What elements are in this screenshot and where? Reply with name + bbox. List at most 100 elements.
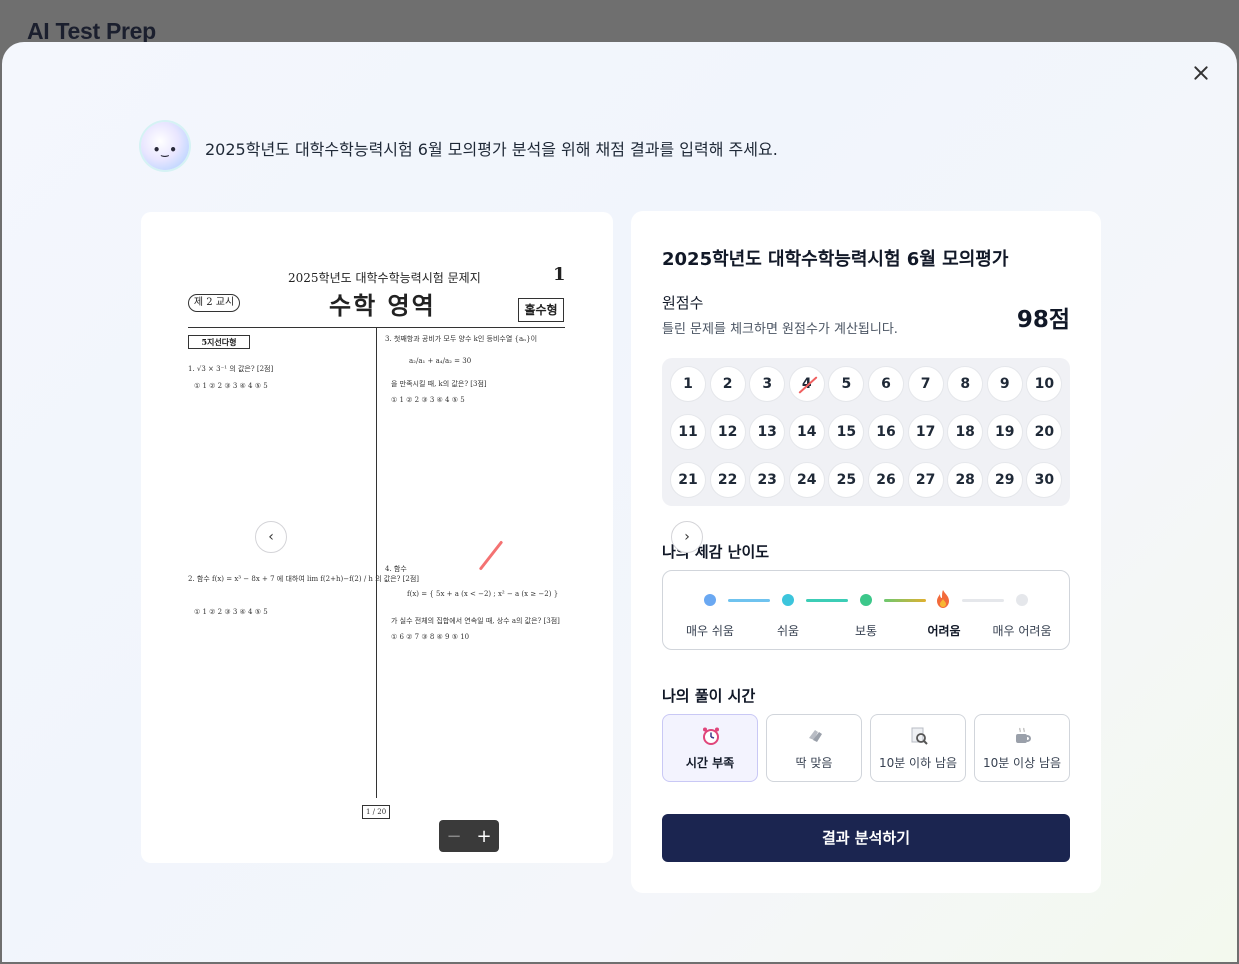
question-1-options: ① 1 ② 2 ③ 3 ④ 4 ⑤ 5 [194,382,268,390]
ai-avatar-icon: •‿• [141,122,189,170]
zoom-out-button[interactable]: − [446,826,461,847]
grading-modal: •‿• 2025학년도 대학수학능력시험 6월 모의평가 분석을 위해 채점 결… [2,42,1237,962]
alarm-clock-icon [703,727,719,745]
chevron-left-icon: ‹ [268,529,274,545]
flame-icon[interactable] [935,589,951,609]
time-option-over-10[interactable]: 10분 이상 남음 [974,714,1070,782]
chevron-right-icon: › [684,529,690,545]
difficulty-track [806,599,848,602]
zoom-controls: − + [439,820,499,852]
question-3-formula: a₂/a₁ + a₄/a₂ = 30 [409,357,472,365]
time-title: 나의 풀이 시간 [662,687,756,705]
raw-score-help: 틀린 문제를 체크하면 원점수가 계산됩니다. [662,322,898,337]
question-4-formula: f(x) = { 5x + a (x < −2) ; x² − a (x ≥ −… [407,590,559,598]
exam-viewer: 2025학년도 대학수학능력시험 문제지 1 제 2 교시 수학 영역 홀수형 … [141,212,613,863]
question-button-26[interactable]: 26 [868,462,904,498]
time-option-under-10[interactable]: 10분 이하 남음 [870,714,966,782]
time-option-just-right[interactable]: 딱 맞음 [766,714,862,782]
question-button-8[interactable]: 8 [947,366,984,402]
time-option-short-label: 시간 부족 [685,756,735,770]
time-option-under-10-label: 10분 이하 남음 [878,756,958,770]
magnifier-document-icon [911,727,928,745]
question-button-2[interactable]: 2 [709,366,746,402]
exam-sheet-image: 2025학년도 대학수학능력시험 문제지 1 제 2 교시 수학 영역 홀수형 … [141,212,613,863]
analyze-button[interactable]: 결과 분석하기 [662,814,1070,862]
difficulty-easy-dot[interactable] [782,594,794,606]
difficulty-very-hard-dot[interactable] [1016,594,1028,606]
difficulty-track [728,599,770,602]
question-button-22[interactable]: 22 [709,462,746,498]
wrong-mark [478,540,504,571]
difficulty-easy-label[interactable]: 쉬움 [748,622,828,639]
difficulty-normal-dot[interactable] [860,594,872,606]
sheet-type: 홀수형 [518,298,564,322]
question-button-21[interactable]: 21 [670,462,706,498]
question-button-15[interactable]: 15 [828,414,865,450]
question-button-29[interactable]: 29 [986,462,1023,498]
exam-title: 2025학년도 대학수학능력시험 6월 모의평가 [662,249,1009,270]
question-3-condition: 을 만족시킬 때, k의 값은? [3점] [391,380,487,388]
question-button-20[interactable]: 20 [1026,414,1063,450]
question-button-17[interactable]: 17 [907,414,944,450]
close-button[interactable] [1188,60,1214,86]
question-button-18[interactable]: 18 [947,414,984,450]
question-3-options: ① 1 ② 2 ③ 3 ④ 4 ⑤ 5 [391,396,465,404]
question-button-16[interactable]: 16 [868,414,904,450]
time-option-over-10-label: 10분 이상 남음 [982,756,1062,770]
question-button-24[interactable]: 24 [788,462,825,498]
question-button-9[interactable]: 9 [986,366,1023,402]
difficulty-track [884,599,926,602]
question-button-5[interactable]: 5 [828,366,865,402]
sheet-session: 제 2 교시 [188,294,240,312]
time-option-just-right-label: 딱 맞음 [795,756,833,770]
sheet-column-divider [376,328,377,798]
next-page-button[interactable]: › [671,521,703,553]
zoom-in-button[interactable]: + [476,826,491,847]
difficulty-very-hard-label[interactable]: 매우 어려움 [982,622,1062,639]
raw-score-value: 98점 [1016,307,1070,333]
question-button-1[interactable]: 1 [670,366,706,402]
difficulty-very-easy-label[interactable]: 매우 쉬움 [670,622,750,639]
difficulty-hard-label[interactable]: 어려움 [904,622,984,639]
question-button-19[interactable]: 19 [986,414,1023,450]
raw-score-label: 원점수 [662,294,704,312]
grading-panel: 2025학년도 대학수학능력시험 6월 모의평가 원점수 틀린 문제를 체크하면… [631,211,1101,893]
question-button-3[interactable]: 3 [749,366,786,402]
prev-page-button[interactable]: ‹ [255,521,287,553]
sheet-title: 2025학년도 대학수학능력시험 문제지 [288,271,481,285]
intro-message: 2025학년도 대학수학능력시험 6월 모의평가 분석을 위해 채점 결과를 입… [205,140,778,159]
question-4-options: ① 6 ② 7 ③ 8 ④ 9 ⑤ 10 [391,633,470,641]
question-grid: 1 2 3 4 5 6 7 8 9 10 11 12 13 14 15 16 17 18 19 20 21 22 23 24 2… [662,358,1070,506]
sheet-page-number: 1 [553,264,566,285]
question-button-11[interactable]: 11 [670,414,706,450]
difficulty-track [962,599,1004,602]
question-button-7[interactable]: 7 [907,366,944,402]
difficulty-very-easy-dot[interactable] [704,594,716,606]
sheet-section: 5지선다형 [188,335,250,349]
question-button-30[interactable]: 30 [1026,462,1063,498]
question-button-28[interactable]: 28 [947,462,984,498]
question-button-23[interactable]: 23 [749,462,786,498]
question-button-12[interactable]: 12 [709,414,746,450]
question-button-10[interactable]: 10 [1026,366,1063,402]
question-button-27[interactable]: 27 [907,462,944,498]
question-4: 4. 함수 [385,565,407,573]
sheet-subject: 수학 영역 [329,291,436,320]
sheet-footer-page: 1 / 20 [362,805,390,819]
question-button-25[interactable]: 25 [828,462,865,498]
app-title: AI Test Prep [27,18,156,44]
clapping-hands-icon [809,730,822,742]
difficulty-normal-label[interactable]: 보통 [826,622,906,639]
coffee-cup-icon [1016,727,1031,743]
question-2: 2. 함수 f(x) = x³ − 8x + 7 에 대하여 lim f(2+h… [188,575,420,583]
question-button-4[interactable]: 4 [788,366,825,402]
question-1: 1. √3 × 3⁻¹ 의 값은? [2점] [188,365,274,373]
question-button-13[interactable]: 13 [749,414,786,450]
question-2-options: ① 1 ② 2 ③ 3 ④ 4 ⑤ 5 [194,608,268,616]
time-option-short[interactable]: 시간 부족 [662,714,758,782]
question-button-14[interactable]: 14 [788,414,825,450]
question-3: 3. 첫째항과 공비가 모두 양수 k인 등비수열 {aₙ}이 [385,335,538,343]
question-button-6[interactable]: 6 [868,366,904,402]
question-4-condition: 가 실수 전체의 집합에서 연속일 때, 상수 a의 값은? [3점] [391,617,560,625]
difficulty-selector: 매우 쉬움 쉬움 보통 어려움 매우 어려움 [662,570,1070,650]
